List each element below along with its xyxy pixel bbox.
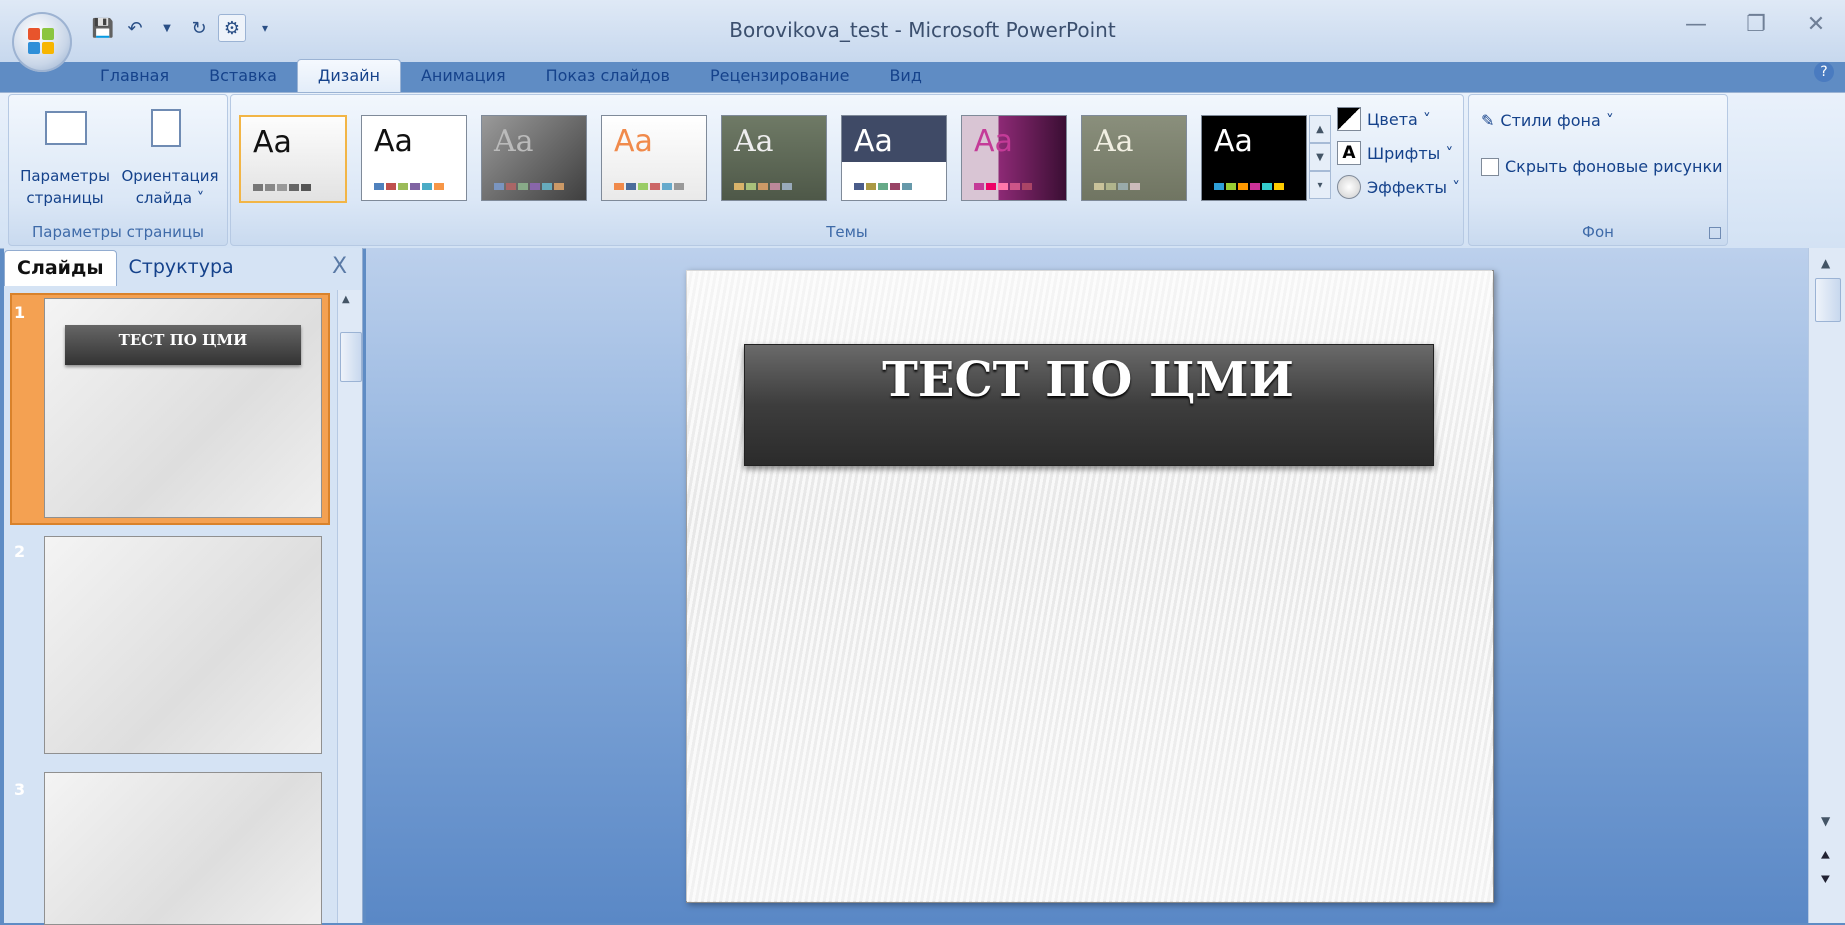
tab-view[interactable]: Вид: [869, 60, 941, 92]
page-setup-button[interactable]: Параметры страницы: [15, 165, 115, 209]
slide-thumb-3[interactable]: [44, 772, 322, 925]
page-setup-icon: [45, 111, 87, 145]
background-styles-button[interactable]: ✎ Стили фона ˅: [1481, 111, 1614, 130]
tab-review[interactable]: Рецензирование: [690, 60, 869, 92]
theme-6[interactable]: Aa: [841, 115, 947, 201]
group-page-setup: Параметры страницы Ориентация слайда ˅ П…: [8, 94, 228, 246]
tab-outline[interactable]: Структура: [117, 250, 246, 286]
pane-close-icon[interactable]: X: [332, 254, 347, 279]
close-icon[interactable]: ✕: [1794, 6, 1838, 42]
checkbox-icon: [1481, 157, 1499, 176]
undo-icon[interactable]: ↶: [122, 15, 148, 41]
scroll-up-icon[interactable]: ▲: [1821, 256, 1830, 270]
theme-5[interactable]: Aa: [721, 115, 827, 201]
pane-tabs: Слайды Структура: [4, 250, 246, 286]
group-themes: Aa Aa Aa Aa Aa Aa Aa Aa Aa ▲ ▼ ▾ Цвета ˅…: [230, 94, 1464, 246]
thumb-title: ТЕСТ ПО ЦМИ: [118, 331, 248, 349]
scroll-up-icon[interactable]: ▲: [342, 294, 350, 305]
customize-qat-icon[interactable]: ▾: [252, 15, 278, 41]
dropdown-icon[interactable]: ▼: [154, 15, 180, 41]
tab-slides[interactable]: Слайды: [4, 250, 117, 286]
save-icon[interactable]: 💾: [90, 15, 116, 41]
slide-number: 2: [14, 542, 26, 561]
office-button[interactable]: [12, 12, 72, 72]
orientation-button[interactable]: Ориентация слайда ˅: [117, 165, 223, 209]
office-logo-icon: [28, 28, 40, 40]
effects-button[interactable]: Эффекты ˅: [1337, 175, 1460, 199]
pane-scrollbar[interactable]: ▲: [337, 290, 362, 923]
theme-2[interactable]: Aa: [361, 115, 467, 201]
colors-icon: [1337, 107, 1361, 131]
slide-title[interactable]: ТЕСТ ПО ЦМИ: [744, 352, 1432, 408]
scroll-down-icon[interactable]: ▼: [1821, 814, 1830, 828]
theme-9[interactable]: Aa: [1201, 115, 1307, 201]
tab-insert[interactable]: Вставка: [189, 60, 297, 92]
slide-thumb-2[interactable]: [44, 536, 322, 754]
slide-number: 3: [14, 780, 26, 799]
group-label-page-setup: Параметры страницы: [32, 223, 204, 241]
effects-icon: [1337, 175, 1361, 199]
group-background: ✎ Стили фона ˅ Скрыть фоновые рисунки Фон: [1468, 94, 1728, 246]
theme-8[interactable]: Aa: [1081, 115, 1187, 201]
themes-scroll-up-icon[interactable]: ▲: [1309, 115, 1331, 143]
dialog-launcher-icon[interactable]: [1709, 227, 1721, 239]
theme-7[interactable]: Aa: [961, 115, 1067, 201]
themes-scroll-down-icon[interactable]: ▼: [1309, 143, 1331, 171]
restore-icon[interactable]: ❐: [1734, 6, 1778, 42]
paint-bucket-icon: ✎: [1481, 111, 1495, 130]
fonts-icon: A: [1337, 141, 1361, 165]
tab-home[interactable]: Главная: [80, 60, 189, 92]
previous-slide-icon[interactable]: ⯅: [1819, 846, 1832, 866]
tab-design[interactable]: Дизайн: [296, 59, 401, 92]
hide-background-checkbox[interactable]: Скрыть фоновые рисунки: [1481, 157, 1723, 176]
theme-3[interactable]: Aa: [481, 115, 587, 201]
editor-scrollbar[interactable]: ▲ ▼ ⯅ ⯆: [1808, 248, 1845, 923]
theme-4[interactable]: Aa: [601, 115, 707, 201]
ribbon-tabs: Главная Вставка Дизайн Анимация Показ сл…: [80, 58, 942, 92]
next-slide-icon[interactable]: ⯆: [1819, 870, 1832, 890]
scroll-thumb[interactable]: [340, 332, 362, 382]
orientation-icon: [151, 109, 181, 147]
custom-command-icon[interactable]: ⚙: [218, 14, 246, 42]
themes-more-icon[interactable]: ▾: [1309, 171, 1331, 199]
quick-access-toolbar: 💾 ↶ ▼ ↻ ⚙ ▾: [82, 10, 290, 46]
slide-thumb-1[interactable]: ТЕСТ ПО ЦМИ: [44, 298, 322, 518]
slide-number: 1: [14, 303, 26, 322]
minimize-icon[interactable]: —: [1674, 6, 1718, 42]
colors-button[interactable]: Цвета ˅: [1337, 107, 1431, 131]
scroll-thumb[interactable]: [1815, 278, 1841, 322]
group-label-background: Фон: [1582, 223, 1614, 241]
redo-icon[interactable]: ↻: [186, 15, 212, 41]
tab-slideshow[interactable]: Показ слайдов: [526, 60, 690, 92]
tab-animation[interactable]: Анимация: [401, 60, 526, 92]
fonts-button[interactable]: A Шрифты ˅: [1337, 141, 1453, 165]
help-icon[interactable]: ?: [1814, 62, 1834, 82]
group-label-themes: Темы: [826, 223, 868, 241]
theme-1[interactable]: Aa: [239, 115, 347, 203]
